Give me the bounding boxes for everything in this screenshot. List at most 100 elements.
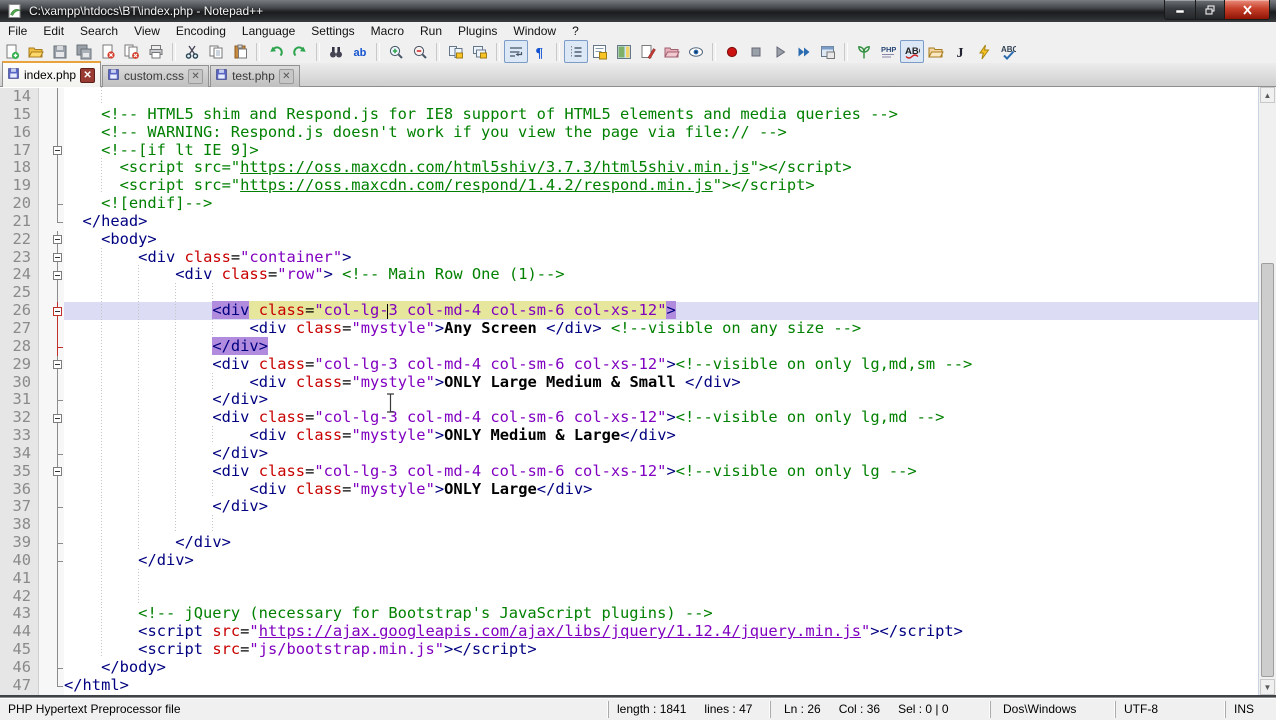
doc-switcher-button[interactable] [636,40,660,63]
cut-button[interactable] [180,40,204,63]
menu-item-settings[interactable]: Settings [303,23,362,39]
code-line[interactable]: 40 </div> [0,550,1259,570]
code-line[interactable]: 44 <script src="https://ajax.googleapis.… [0,622,1259,642]
code-line[interactable]: 47 </html> [0,676,1259,695]
code-line[interactable]: 32 <div class="col-lg-3 col-md-4 col-sm-… [0,408,1259,428]
code-text[interactable] [64,515,1259,534]
bookmark-margin[interactable] [39,355,51,374]
macro-stop-button[interactable] [744,40,768,63]
tab-custom.css[interactable]: custom.css ✕ [102,65,210,87]
code-text[interactable]: <div class="col-lg-3 col-md-4 col-sm-6 c… [64,301,1259,320]
macro-save-button[interactable] [816,40,840,63]
bookmark-margin[interactable] [39,534,51,552]
code-line[interactable]: 20 <![endif]--> [0,194,1259,213]
replace-button[interactable]: ab [348,40,372,63]
bookmark-margin[interactable] [39,195,51,213]
code-text[interactable]: <div class="mystyle">ONLY Large</div> [64,479,1259,499]
bookmark-margin[interactable] [39,248,51,267]
code-text[interactable]: </body> [64,658,1259,677]
code-text[interactable]: </div> [64,533,1259,552]
save-button[interactable] [48,40,72,63]
code-text[interactable]: <script src="https://ajax.googleapis.com… [64,622,1259,641]
menu-item-encoding[interactable]: Encoding [168,23,234,39]
code-line[interactable]: 27 <div class="mystyle">Any Screen </div… [0,318,1259,338]
code-line[interactable]: 46 </body> [0,658,1259,677]
code-text[interactable]: <script src="https://oss.maxcdn.com/resp… [64,176,1259,195]
new-file-button[interactable] [0,40,24,63]
bookmark-margin[interactable] [39,623,51,642]
bookmark-margin[interactable] [39,516,51,535]
code-text[interactable]: </div> [64,336,1259,356]
code-line[interactable]: 45 <script src="js/bootstrap.min.js"></s… [0,640,1259,659]
code-rows[interactable]: 14 15 <!-- HTML5 shim and Respond.js for… [0,87,1259,695]
code-line[interactable]: 43 <!-- jQuery (necessary for Bootstrap'… [0,604,1259,624]
close-button[interactable] [96,40,120,63]
code-text[interactable]: <div class="col-lg-3 col-md-4 col-sm-6 c… [64,408,1259,427]
indent-guide-button[interactable] [564,40,588,63]
code-text[interactable]: <script src="js/bootstrap.min.js"></scri… [64,640,1259,659]
code-line[interactable]: 21 </head> [0,212,1259,231]
fold-collapse-box[interactable] [51,302,64,320]
code-line[interactable]: 19 <script src="https://oss.maxcdn.com/r… [0,176,1259,196]
scroll-down-arrow[interactable]: ▼ [1260,679,1275,695]
code-text[interactable]: <div class="mystyle">ONLY Medium & Large… [64,426,1259,445]
bookmark-margin[interactable] [39,212,51,231]
menu-item-window[interactable]: Window [505,23,564,39]
editor-area[interactable]: 14 15 <!-- HTML5 shim and Respond.js for… [0,87,1276,697]
code-text[interactable] [64,568,1259,588]
code-line[interactable]: 41 [0,568,1259,588]
close-button[interactable] [1225,0,1270,20]
code-text[interactable]: </div> [64,497,1259,516]
macro-run-multiple-button[interactable] [792,40,816,63]
tab-close-icon[interactable]: ✕ [188,68,204,84]
bookmark-margin[interactable] [39,284,51,303]
bookmark-margin[interactable] [39,427,51,445]
fold-collapse-box[interactable] [51,230,64,249]
macro-play-button[interactable] [768,40,792,63]
menu-item-file[interactable]: File [0,23,35,39]
bookmark-margin[interactable] [39,391,51,410]
bookmark-margin[interactable] [39,141,51,160]
code-line[interactable]: 28 </div> [0,336,1259,356]
bookmark-margin[interactable] [39,319,51,338]
zoom-out-button[interactable] [408,40,432,63]
textfx-button[interactable] [852,40,876,63]
bookmark-margin[interactable] [39,587,51,606]
code-line[interactable]: 16 <!-- WARNING: Respond.js doesn't work… [0,123,1259,142]
copy-button[interactable] [204,40,228,63]
code-line[interactable]: 14 [0,87,1259,106]
find-button[interactable] [324,40,348,63]
bookmark-margin[interactable] [39,480,51,499]
code-text[interactable]: </head> [64,212,1259,231]
sync-scroll-v-button[interactable] [444,40,468,63]
tab-index.php[interactable]: index.php ✕ [2,61,102,87]
code-line[interactable]: 36 <div class="mystyle">ONLY Large</div> [0,479,1259,499]
code-line[interactable]: 25 [0,283,1259,303]
bookmark-margin[interactable] [39,266,51,285]
code-text[interactable] [64,586,1259,606]
bookmark-margin[interactable] [39,159,51,178]
code-text[interactable]: <div class="mystyle">ONLY Large Medium &… [64,372,1259,392]
menu-item-view[interactable]: View [126,23,168,39]
bookmark-margin[interactable] [39,444,51,463]
code-text[interactable]: </div> [64,443,1259,463]
run-lightning-button[interactable] [972,40,996,63]
bookmark-margin[interactable] [39,123,51,142]
macro-record-button[interactable] [720,40,744,63]
code-text[interactable] [64,283,1259,302]
code-line[interactable]: 18 <script src="https://oss.maxcdn.com/h… [0,158,1259,178]
code-text[interactable]: </html> [64,676,1259,695]
word-wrap-button[interactable] [504,40,528,63]
bookmark-margin[interactable] [39,569,51,588]
code-line[interactable]: 31 </div> [0,390,1259,410]
code-line[interactable]: 34 </div> [0,443,1259,463]
code-text[interactable]: </div> [64,390,1259,409]
vertical-scrollbar[interactable]: ▲ ▼ [1258,87,1276,695]
minimize-button[interactable] [1164,0,1196,20]
code-text[interactable]: </div> [64,550,1259,570]
code-line[interactable]: 29 <div class="col-lg-3 col-md-4 col-sm-… [0,354,1259,374]
scroll-up-arrow[interactable]: ▲ [1260,87,1275,103]
folder-workspace-button[interactable] [660,40,684,63]
tab-close-icon[interactable]: ✕ [80,67,96,83]
code-text[interactable]: <!-- jQuery (necessary for Bootstrap's J… [64,604,1259,623]
